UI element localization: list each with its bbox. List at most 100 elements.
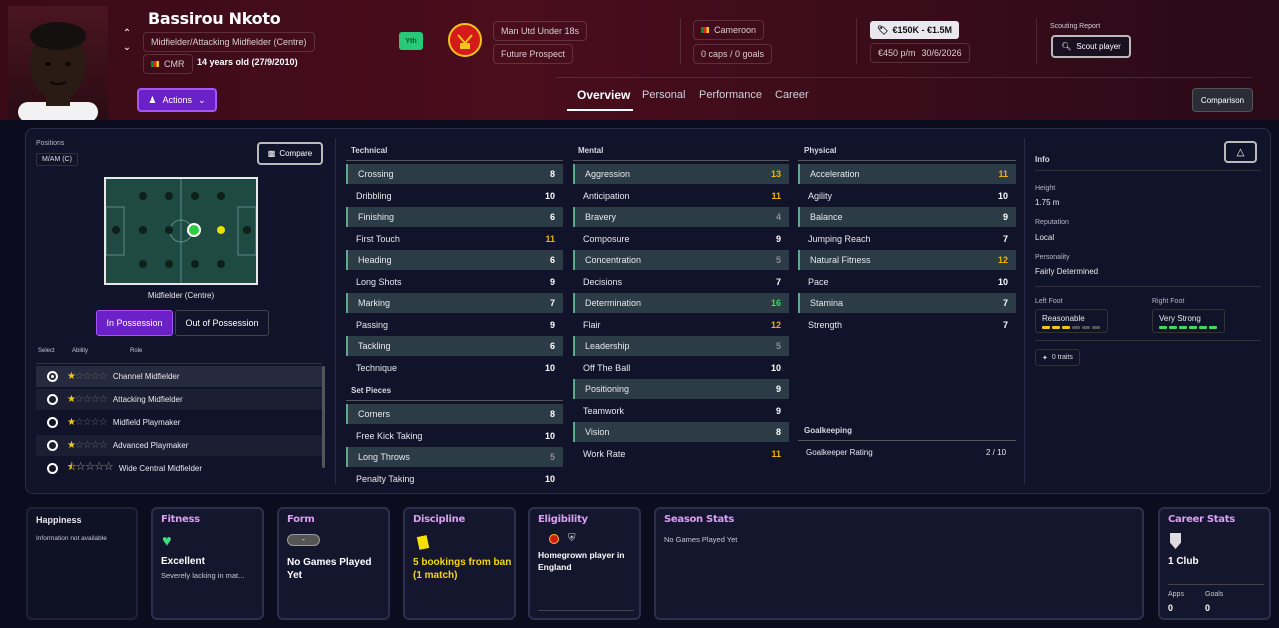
position-dot[interactable] xyxy=(165,226,173,234)
attribute-row[interactable]: Long Shots 9 xyxy=(346,272,563,292)
attribute-row[interactable]: Acceleration 11 xyxy=(798,164,1016,184)
attribute-row[interactable]: Long Throws 5 xyxy=(346,447,563,467)
comparison-button[interactable]: Comparison xyxy=(1192,88,1253,112)
attribute-row[interactable]: Natural Fitness 12 xyxy=(798,250,1016,270)
attribute-row[interactable]: Balance 9 xyxy=(798,207,1016,227)
position-dot[interactable] xyxy=(217,192,225,200)
attribute-row[interactable]: Flair 12 xyxy=(573,315,789,335)
attribute-name: Dribbling xyxy=(356,190,392,201)
attribute-row[interactable]: Marking 7 xyxy=(346,293,563,313)
scouting-title: Scouting Report xyxy=(1050,23,1101,30)
position-dot[interactable] xyxy=(191,192,199,200)
attribute-row[interactable]: Positioning 9 xyxy=(573,379,789,399)
attribute-row[interactable]: Stamina 7 xyxy=(798,293,1016,313)
attribute-row[interactable]: Aggression 13 xyxy=(573,164,789,184)
discipline-card[interactable]: Discipline 5 bookings from ban (1 match) xyxy=(403,507,516,620)
role-row[interactable]: ⯪☆☆☆☆ Wide Central Midfielder xyxy=(36,458,322,479)
attribute-row[interactable]: Teamwork 9 xyxy=(573,401,789,421)
fitness-title: Fitness xyxy=(161,514,200,525)
nation-button[interactable]: Cameroon xyxy=(693,20,765,40)
role-row[interactable]: ★☆☆☆☆ Attacking Midfielder xyxy=(36,389,322,410)
attribute-row[interactable]: Finishing 6 xyxy=(346,207,563,227)
happiness-card[interactable]: Happiness Information not available xyxy=(26,507,138,620)
next-player-icon[interactable]: ⌄ xyxy=(121,41,133,55)
attribute-row[interactable]: Bravery 4 xyxy=(573,207,789,227)
position-dot[interactable] xyxy=(243,226,251,234)
scout-player-button[interactable]: 🔍︎ Scout player xyxy=(1051,35,1131,58)
discipline-value: 5 bookings from ban (1 match) xyxy=(413,557,512,581)
tab-performance[interactable]: Performance xyxy=(699,89,762,101)
attribute-row[interactable]: Corners 8 xyxy=(346,404,563,424)
previous-player-icon[interactable]: ⌃ xyxy=(121,27,133,41)
club-team[interactable]: Man Utd Under 18s xyxy=(493,21,588,41)
role-row[interactable]: ★☆☆☆☆ Channel Midfielder xyxy=(36,366,322,387)
role-radio[interactable] xyxy=(47,440,58,451)
position-dot[interactable] xyxy=(112,226,120,234)
attribute-row[interactable]: Work Rate 11 xyxy=(573,444,789,464)
attribute-row[interactable]: Concentration 5 xyxy=(573,250,789,270)
attribute-row[interactable]: Crossing 8 xyxy=(346,164,563,184)
actions-button[interactable]: ♟ Actions ⌄ xyxy=(137,88,217,112)
roles-scrollbar[interactable] xyxy=(322,366,325,468)
position-dot[interactable] xyxy=(191,260,199,268)
attribute-row[interactable]: Vision 8 xyxy=(573,422,789,442)
attribute-row[interactable]: Heading 6 xyxy=(346,250,563,270)
apps-value: 0 xyxy=(1168,603,1174,613)
attribute-row[interactable]: Determination 16 xyxy=(573,293,789,313)
position-dot[interactable] xyxy=(139,192,147,200)
attribute-row[interactable]: Strength 7 xyxy=(798,315,1016,335)
career-stats-card[interactable]: Career Stats 1 Club Apps 0 Goals 0 xyxy=(1158,507,1271,620)
position-dot[interactable] xyxy=(165,260,173,268)
attribute-row[interactable]: Dribbling 10 xyxy=(346,186,563,206)
attribute-name: Marking xyxy=(358,298,391,308)
role-row[interactable]: ★☆☆☆☆ Midfield Playmaker xyxy=(36,412,322,433)
attribute-row[interactable]: Penalty Taking 10 xyxy=(346,469,563,489)
info-title: Info xyxy=(1035,155,1050,164)
attribute-row[interactable]: Free Kick Taking 10 xyxy=(346,426,563,446)
tab-personal[interactable]: Personal xyxy=(642,89,685,101)
eligibility-card[interactable]: Eligibility ⛨ Homegrown player in Englan… xyxy=(528,507,641,620)
attribute-row[interactable]: Tackling 6 xyxy=(346,336,563,356)
role-radio[interactable] xyxy=(47,463,58,474)
out-of-possession-toggle[interactable]: Out of Possession xyxy=(175,310,269,336)
secondary-position-dot[interactable] xyxy=(217,226,225,234)
col-select: Select xyxy=(38,348,55,354)
attribute-row[interactable]: Leadership 5 xyxy=(573,336,789,356)
in-possession-toggle[interactable]: In Possession xyxy=(96,310,173,336)
divider xyxy=(1035,286,1261,287)
form-card[interactable]: Form - No Games Played Yet xyxy=(277,507,390,620)
attribute-row[interactable]: Technique 10 xyxy=(346,358,563,378)
role-radio[interactable] xyxy=(47,371,58,382)
sparkle-icon: ✦ xyxy=(1042,354,1048,362)
selected-position-dot[interactable] xyxy=(187,223,201,237)
attribute-name: Stamina xyxy=(810,298,844,308)
position-dot[interactable] xyxy=(217,260,225,268)
fitness-card[interactable]: Fitness ♥ Excellent Severely lacking in … xyxy=(151,507,264,620)
compare-button[interactable]: ▩ Compare xyxy=(257,142,323,165)
attribute-row[interactable]: Jumping Reach 7 xyxy=(798,229,1016,249)
attribute-row[interactable]: First Touch 11 xyxy=(346,229,563,249)
player-attributes-icon[interactable]: △ xyxy=(1224,141,1257,163)
position-dot[interactable] xyxy=(139,260,147,268)
attribute-row[interactable]: Pace 10 xyxy=(798,272,1016,292)
attribute-value: 7 xyxy=(775,276,781,287)
position-dot[interactable] xyxy=(139,226,147,234)
role-row[interactable]: ★☆☆☆☆ Advanced Playmaker xyxy=(36,435,322,456)
position-dot[interactable] xyxy=(165,192,173,200)
foot-meter-segment xyxy=(1159,326,1167,329)
season-stats-card[interactable]: Season Stats No Games Played Yet xyxy=(654,507,1144,620)
value-tag[interactable]: 🏷 €150K - €1.5M xyxy=(870,21,959,39)
traits-button[interactable]: ✦ 0 traits xyxy=(1035,349,1080,366)
attribute-row[interactable]: Decisions 7 xyxy=(573,272,789,292)
tab-career[interactable]: Career xyxy=(775,89,809,101)
role-radio[interactable] xyxy=(47,394,58,405)
attribute-row[interactable]: Off The Ball 10 xyxy=(573,358,789,378)
tab-overview[interactable]: Overview xyxy=(577,88,630,102)
attribute-row[interactable]: Passing 9 xyxy=(346,315,563,335)
attribute-row[interactable]: Agility 10 xyxy=(798,186,1016,206)
club-crest-icon[interactable] xyxy=(446,23,484,57)
role-radio[interactable] xyxy=(47,417,58,428)
attribute-name: Composure xyxy=(583,233,630,244)
attribute-row[interactable]: Composure 9 xyxy=(573,229,789,249)
attribute-row[interactable]: Anticipation 11 xyxy=(573,186,789,206)
